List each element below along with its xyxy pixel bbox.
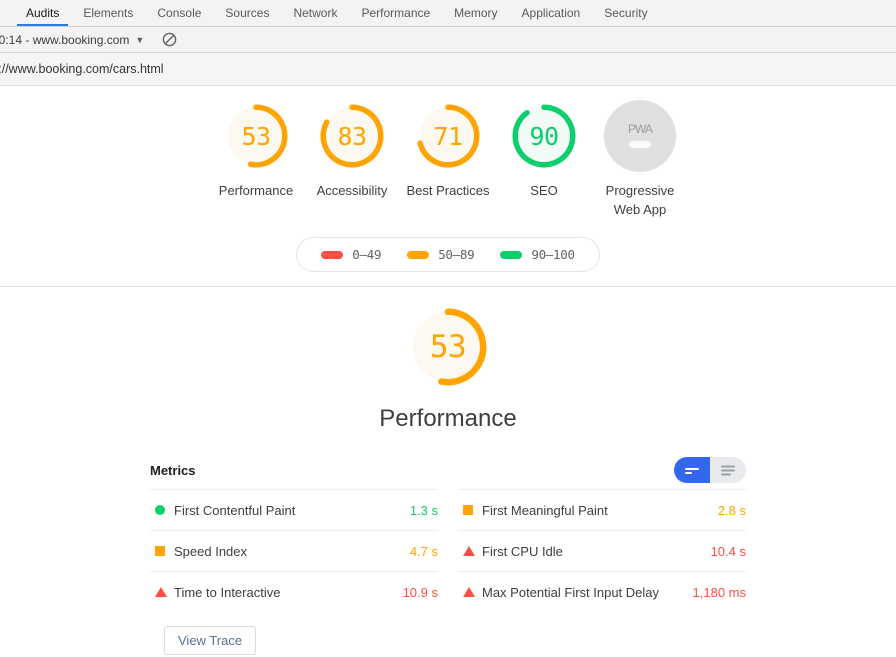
metrics-column-left: First Contentful Paint 1.3 s Speed Index 4.… — [150, 489, 438, 612]
category-performance: 53 Performance Metrics First Contentful … — [0, 287, 896, 655]
legend-item-pass: 90–100 — [500, 247, 575, 262]
audited-url: s://www.booking.com/cars.html — [0, 62, 164, 76]
devtools-tab-network[interactable]: Network — [281, 0, 349, 26]
metric-value: 10.9 s — [402, 584, 438, 600]
legend-wrapper: 0–49 50–89 90–100 — [0, 237, 896, 272]
metric-row[interactable]: First CPU Idle 10.4 s — [458, 530, 746, 571]
report-select-dropdown[interactable]: 30:14 - www.booking.com ▼ — [0, 33, 144, 47]
metric-status-icon — [150, 587, 174, 597]
legend-item-average: 50–89 — [407, 247, 475, 262]
gauge-score-value: 53 — [241, 121, 271, 151]
metric-status-icon — [150, 546, 174, 556]
report-select-label: 30:14 - www.booking.com — [0, 32, 130, 47]
gauge-best-practices[interactable]: 71 Best Practices — [400, 100, 496, 200]
metric-name: First Meaningful Paint — [482, 502, 608, 518]
category-score-value: 53 — [429, 329, 467, 365]
metrics-column-right: First Meaningful Paint 2.8 s First CPU Idl… — [458, 489, 746, 612]
legend-swatch-fail — [321, 250, 344, 259]
metrics-area: Metrics First Contentful Paint 1.3 s Spe… — [0, 455, 896, 655]
metric-name: Time to Interactive — [174, 584, 281, 600]
metric-name: First Contentful Paint — [174, 502, 296, 518]
metrics-view-toggle[interactable] — [674, 457, 746, 483]
legend-swatch-average — [407, 250, 430, 259]
metric-row[interactable]: Speed Index 4.7 s — [150, 530, 438, 571]
metric-pass-circle-icon — [155, 505, 165, 515]
gauge-progressive-web-app[interactable]: PWA Progressive Web App — [592, 100, 688, 219]
metrics-title: Metrics — [150, 462, 196, 478]
devtools-tab-security[interactable]: Security — [592, 0, 659, 26]
metric-status-icon — [458, 505, 482, 515]
devtools-tab-memory[interactable]: Memory — [442, 0, 509, 26]
metric-average-square-icon — [463, 505, 473, 515]
gauge-label: Best Practices — [406, 183, 490, 198]
metric-status-icon — [458, 546, 482, 556]
toggle-filmstrip-view[interactable] — [674, 457, 710, 483]
devtools-tab-audits[interactable]: Audits — [14, 0, 71, 26]
metric-value: 1,180 ms — [692, 584, 746, 600]
metric-name: First CPU Idle — [482, 543, 563, 559]
metric-average-square-icon — [155, 546, 165, 556]
metric-value: 4.7 s — [409, 543, 438, 559]
metric-fail-triangle-icon — [463, 587, 475, 597]
gauge-label: Progressive Web App — [605, 183, 675, 217]
metric-name: Max Potential First Input Delay — [482, 584, 660, 600]
view-trace-wrapper: View Trace — [150, 626, 746, 655]
category-gauge: 53 — [404, 303, 492, 391]
legend-swatch-pass — [500, 250, 523, 259]
metric-value: 1.3 s — [409, 502, 438, 518]
category-gauge-wrapper: 53 Performance — [0, 303, 896, 433]
clear-audits-icon[interactable] — [162, 32, 177, 47]
gauge-score-value: 83 — [337, 121, 367, 151]
metric-status-icon — [458, 587, 482, 597]
devtools-tab-bar: Audits Elements Console Sources Network Perfo… — [0, 0, 896, 27]
metrics-grid: First Contentful Paint 1.3 s Speed Index 4.… — [150, 489, 746, 612]
gauge-score-value: 90 — [529, 121, 559, 151]
category-title: Performance — [379, 405, 517, 432]
pwa-null-dash — [629, 141, 651, 148]
metric-row[interactable]: First Contentful Paint 1.3 s — [150, 489, 438, 530]
score-gauges-section: 53 Performance 83 Accessibility 71 Best Pract… — [0, 86, 896, 287]
pwa-badge-text: PWA — [628, 122, 653, 136]
chevron-down-icon: ▼ — [135, 34, 145, 45]
gauge-score-value: 71 — [433, 121, 463, 151]
devtools-tab-console[interactable]: Console — [145, 0, 213, 26]
metric-name: Speed Index — [174, 543, 248, 559]
gauge-label: Accessibility — [316, 183, 388, 198]
view-trace-button[interactable]: View Trace — [164, 626, 257, 655]
pwa-gauge-disc: PWA — [604, 100, 676, 172]
gauge-label: Performance — [218, 183, 294, 198]
toggle-list-view[interactable] — [710, 457, 746, 483]
legend-item-fail: 0–49 — [321, 247, 382, 262]
audit-toolbar: 30:14 - www.booking.com ▼ — [0, 27, 896, 53]
gauge-ring: 83 — [316, 100, 388, 172]
legend-range-label: 50–89 — [438, 247, 475, 262]
score-gauges: 53 Performance 83 Accessibility 71 Best Pract… — [0, 100, 896, 219]
gauge-accessibility[interactable]: 83 Accessibility — [304, 100, 400, 200]
devtools-tab-sources[interactable]: Sources — [213, 0, 281, 26]
score-legend: 0–49 50–89 90–100 — [296, 237, 600, 272]
metric-fail-triangle-icon — [463, 546, 475, 556]
metric-value: 10.4 s — [710, 543, 746, 559]
metric-value: 2.8 s — [717, 502, 746, 518]
gauge-performance[interactable]: 53 Performance — [208, 100, 304, 200]
metric-row[interactable]: Max Potential First Input Delay 1,180 ms — [458, 571, 746, 612]
gauge-seo[interactable]: 90 SEO — [496, 100, 592, 200]
metric-fail-triangle-icon — [155, 587, 167, 597]
legend-range-label: 90–100 — [531, 247, 575, 262]
devtools-tab-elements[interactable]: Elements — [71, 0, 145, 26]
legend-range-label: 0–49 — [352, 247, 382, 262]
audited-url-bar: s://www.booking.com/cars.html — [0, 53, 896, 86]
metric-row[interactable]: First Meaningful Paint 2.8 s — [458, 489, 746, 530]
metrics-header: Metrics — [150, 455, 746, 485]
metric-row[interactable]: Time to Interactive 10.9 s — [150, 571, 438, 612]
gauge-ring: 53 — [220, 100, 292, 172]
gauge-ring: 90 — [508, 100, 580, 172]
devtools-tab-application[interactable]: Application — [510, 0, 593, 26]
devtools-tab-performance[interactable]: Performance — [349, 0, 442, 26]
lighthouse-report: 53 Performance 83 Accessibility 71 Best Pract… — [0, 86, 896, 657]
gauge-label: SEO — [530, 183, 558, 198]
gauge-ring: 71 — [412, 100, 484, 172]
metric-status-icon — [150, 505, 174, 515]
